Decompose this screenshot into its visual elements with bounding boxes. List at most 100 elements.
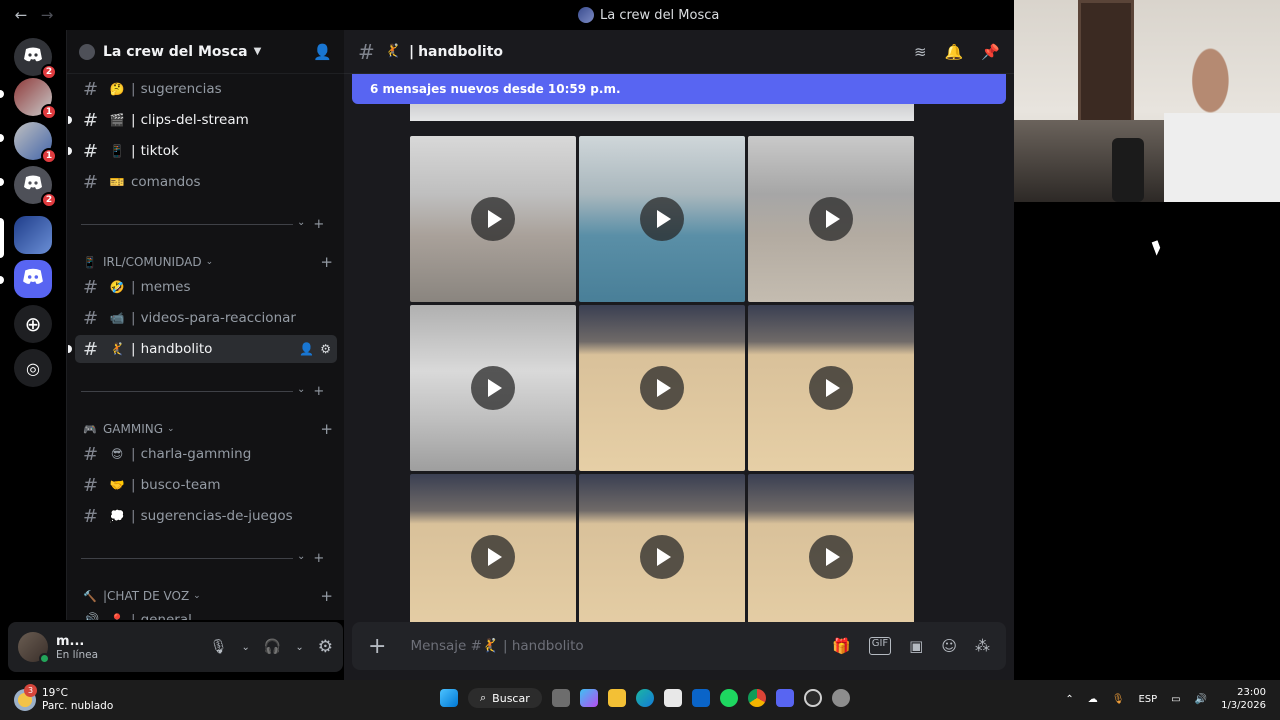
channel-item-videos[interactable]: # 📹 | videos-para-reaccionar	[75, 304, 337, 332]
channel-item-sugerencias[interactable]: # 🤔 | sugerencias	[75, 75, 337, 103]
taskbar-search[interactable]: ⌕ Buscar	[468, 688, 542, 708]
selected-dot	[68, 345, 72, 353]
discover-button[interactable]: ◎	[14, 349, 52, 387]
plus-icon[interactable]: +	[313, 551, 324, 566]
video-thumbnail[interactable]	[748, 136, 914, 302]
play-icon[interactable]	[809, 535, 853, 579]
video-thumbnail[interactable]	[410, 305, 576, 471]
channel-item-sugerencias-juegos[interactable]: # 💭 | sugerencias-de-juegos	[75, 502, 337, 530]
channel-emoji: 📱	[109, 144, 125, 158]
message-input[interactable]: Mensaje #🤾 | handbolito	[410, 638, 583, 654]
attach-plus-icon[interactable]: +	[368, 634, 386, 659]
create-channel-icon[interactable]: +	[320, 587, 333, 605]
discord-taskbar-icon[interactable]	[775, 689, 794, 707]
headphones-icon[interactable]: 🎧	[264, 639, 281, 655]
channel-item-charla[interactable]: # 😎 | charla-gamming	[75, 440, 337, 468]
server-button-5[interactable]	[14, 260, 52, 298]
channel-item-tiktok[interactable]: # 📱 | tiktok	[68, 137, 337, 165]
channel-item-clips[interactable]: # 🎬 | clips-del-stream	[68, 106, 337, 134]
video-thumbnail[interactable]	[748, 305, 914, 471]
selected-pill	[0, 218, 4, 258]
direct-messages-button[interactable]: 2	[14, 38, 57, 80]
copilot-icon[interactable]	[579, 689, 598, 707]
previous-media[interactable]	[410, 104, 914, 121]
unread-pill	[0, 134, 4, 142]
gif-icon[interactable]: GIF	[868, 637, 892, 655]
gear-icon[interactable]: ⚙	[320, 342, 331, 356]
bell-icon[interactable]: 🔔	[945, 43, 964, 61]
gear-icon[interactable]: ⚙	[318, 637, 333, 657]
channel-item-memes[interactable]: # 🤣 | memes	[75, 273, 337, 301]
apps-icon[interactable]: ⁂	[975, 637, 990, 655]
play-icon[interactable]	[471, 366, 515, 410]
unread-pill	[0, 90, 4, 98]
volume-icon[interactable]: 🔊	[1195, 694, 1207, 705]
mail-icon[interactable]	[691, 689, 710, 707]
server-button-2[interactable]: 1	[14, 122, 57, 164]
play-icon[interactable]	[471, 535, 515, 579]
sticker-icon[interactable]: ▣	[909, 637, 923, 655]
forward-button[interactable]: →	[38, 6, 56, 24]
chrome-icon[interactable]	[747, 689, 766, 707]
microphone-icon[interactable]: 🎙	[210, 639, 228, 655]
create-channel-icon[interactable]: +	[320, 253, 333, 271]
weather-widget[interactable]: 3 19°C Parc. nublado	[14, 684, 113, 713]
video-thumbnail[interactable]	[410, 474, 576, 640]
channel-item-handbolito[interactable]: # 🤾 | handbolito 👤 ⚙	[68, 335, 337, 363]
server-button-1[interactable]: 1	[14, 78, 57, 120]
category-gaming[interactable]: 🎮 GAMMING ⌄ +	[83, 420, 333, 438]
video-thumbnail[interactable]	[579, 474, 745, 640]
video-thumbnail[interactable]	[410, 136, 576, 302]
server-button-la-crew[interactable]	[14, 216, 52, 254]
spotify-icon[interactable]	[719, 689, 738, 707]
channel-item-comandos[interactable]: # 🎫 comandos	[75, 168, 337, 196]
chevron-up-icon[interactable]: ⌃	[1065, 694, 1073, 705]
message-composer[interactable]: + Mensaje #🤾 | handbolito 🎁 GIF ▣ ☺ ⁂	[352, 622, 1006, 670]
chevron-down-icon[interactable]: ⌄	[295, 642, 303, 653]
play-icon[interactable]	[640, 535, 684, 579]
clock[interactable]: 23:00 1/3/2026	[1221, 686, 1266, 712]
invite-icon[interactable]: 👤	[299, 342, 314, 356]
task-view-icon[interactable]	[551, 689, 570, 707]
server-button-3[interactable]: 2	[14, 166, 57, 208]
store-icon[interactable]	[663, 689, 682, 707]
category-voice[interactable]: 🔨 | CHAT DE VOZ ⌄ +	[83, 587, 333, 605]
chevron-down-icon[interactable]: ⌄	[297, 217, 305, 232]
back-button[interactable]: ←	[12, 6, 30, 24]
invite-people-icon[interactable]: 👤	[313, 43, 332, 61]
microphone-icon[interactable]: 🎙	[1112, 694, 1125, 705]
windows-start-icon[interactable]	[440, 689, 458, 707]
play-icon[interactable]	[809, 197, 853, 241]
create-channel-icon[interactable]: +	[320, 420, 333, 438]
chevron-down-icon[interactable]: ⌄	[297, 384, 305, 399]
new-messages-bar[interactable]: 6 mensajes nuevos desde 10:59 p.m.	[352, 74, 1006, 104]
play-icon[interactable]	[471, 197, 515, 241]
network-icon[interactable]: ▭	[1171, 694, 1180, 705]
category-irl[interactable]: 📱 IRL/COMUNIDAD ⌄ +	[83, 253, 333, 271]
avatar[interactable]	[18, 632, 50, 664]
video-thumbnail[interactable]	[579, 136, 745, 302]
plus-icon[interactable]: +	[313, 384, 324, 399]
gift-icon[interactable]: 🎁	[832, 637, 851, 655]
play-icon[interactable]	[640, 366, 684, 410]
edge-icon[interactable]	[635, 689, 654, 707]
emoji-icon[interactable]: ☺	[941, 637, 957, 655]
language-indicator[interactable]: ESP	[1138, 694, 1157, 705]
server-header[interactable]: La crew del Mosca ▼ 👤	[67, 30, 344, 74]
chevron-down-icon[interactable]: ⌄	[242, 642, 250, 653]
chevron-down-icon[interactable]: ⌄	[297, 551, 305, 566]
settings-icon[interactable]	[831, 689, 850, 707]
add-server-button[interactable]: ⊕	[14, 305, 52, 343]
obs-icon[interactable]	[803, 689, 822, 707]
plus-icon[interactable]: +	[313, 217, 324, 232]
voice-channel-general[interactable]: 🔊 📍 | general	[75, 606, 337, 620]
pin-icon[interactable]: 📌	[981, 43, 1000, 61]
threads-icon[interactable]: ≋	[914, 43, 927, 61]
play-icon[interactable]	[809, 366, 853, 410]
play-icon[interactable]	[640, 197, 684, 241]
video-thumbnail[interactable]	[579, 305, 745, 471]
cloud-icon[interactable]: ☁	[1088, 694, 1098, 705]
channel-item-busco-team[interactable]: # 🤝 | busco-team	[75, 471, 337, 499]
file-explorer-icon[interactable]	[607, 689, 626, 707]
video-thumbnail[interactable]	[748, 474, 914, 640]
